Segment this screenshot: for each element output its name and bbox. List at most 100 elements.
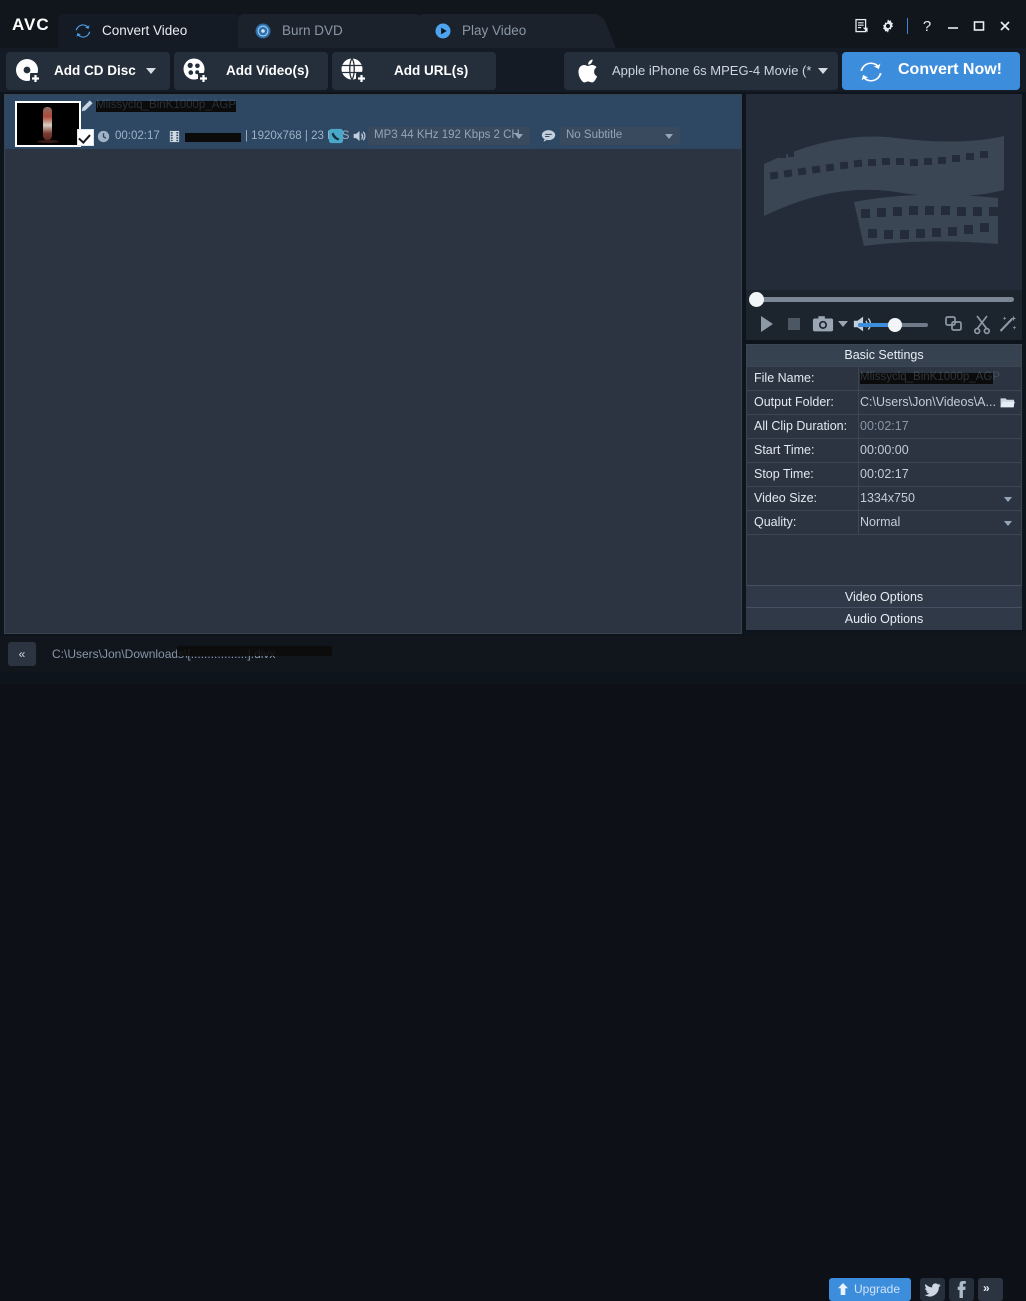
upgrade-button[interactable]: Upgrade [829,1278,911,1301]
app-logo: AVC [12,15,50,34]
setting-row-clip-duration: All Clip Duration: 00:02:17 [747,414,1021,439]
setting-row-quality[interactable]: Quality: Normal [747,510,1021,535]
video-add-icon [182,57,210,85]
status-path-redaction [177,646,332,656]
setting-row-file-name[interactable]: File Name: Mlissyclq_BinK1000p_AGP [747,366,1021,391]
seek-knob[interactable] [749,292,764,307]
play-icon[interactable] [756,313,776,335]
audio-stream-icon[interactable] [328,128,344,144]
clock-icon [97,130,110,143]
tab-play-video[interactable]: Play Video [418,14,616,48]
convert-icon [858,59,884,85]
snapshot-caret-icon[interactable] [838,321,848,327]
setting-row-output-folder[interactable]: Output Folder: C:\Users\Jon\Videos\A... [747,390,1021,415]
add-videos-button[interactable]: Add Video(s) [174,52,328,90]
maximize-icon[interactable] [966,14,992,38]
chevron-down-icon[interactable] [515,134,523,139]
add-cd-disc-label: Add CD Disc [54,63,136,78]
setting-label: File Name: [754,371,815,385]
setting-label: Output Folder: [754,395,834,409]
setting-label: Quality: [754,515,797,529]
disc-icon [254,22,272,40]
more-button[interactable]: » [978,1278,1003,1301]
basic-settings-header: Basic Settings [747,345,1021,366]
column-divider [858,439,859,463]
more-label: » [983,1281,990,1295]
setting-label: All Clip Duration: [754,419,848,433]
filmstrip-placeholder-icon [764,136,1004,246]
minimize-icon[interactable] [940,14,966,38]
setting-value: Normal [860,515,901,529]
facebook-icon [955,1281,967,1298]
thumbnail-shadow [37,140,59,143]
folder-open-icon[interactable] [1000,396,1015,409]
subtitle-select[interactable]: No Subtitle [560,127,680,145]
setting-row-video-size[interactable]: Video Size: 1334x750 [747,486,1021,511]
clip-duration: 00:02:17 [115,130,160,142]
tab-convert-video[interactable]: Convert Video [58,14,256,48]
setting-value: 1334x750 [860,491,915,505]
divider [907,18,908,34]
chevron-down-icon[interactable] [146,68,156,74]
volume-slider[interactable] [858,318,928,332]
audio-track-select[interactable]: MP3 44 KHz 192 Kbps 2 CH [368,127,530,145]
gear-icon[interactable] [875,14,901,38]
avc-application-window: AVC Convert Video Burn DVD Play Video ? … [0,0,1026,1301]
apple-icon [574,56,604,86]
convert-now-button[interactable]: Convert Now! [842,52,1020,90]
file-name-redacted: Mlissyclq_BinK1000p_AGP [96,99,236,112]
player-controls [746,308,1022,340]
tab-burn-dvd[interactable]: Burn DVD [238,14,436,48]
effect-icon[interactable] [998,313,1018,335]
add-urls-button[interactable]: Add URL(s) [332,52,496,90]
setting-value: C:\Users\Jon\Videos\A... [860,395,996,409]
setting-row-stop-time[interactable]: Stop Time: 00:02:17 [747,462,1021,487]
tab-edge [576,14,616,48]
column-divider [858,415,859,439]
file-name-value-redacted: Mlissyclq_BinK1000p_AGP [860,371,1000,384]
twitter-button[interactable] [920,1278,945,1301]
settings-empty-area [747,534,1021,588]
setting-row-start-time[interactable]: Start Time: 00:00:00 [747,438,1021,463]
video-options-button[interactable]: Video Options [746,585,1022,608]
volume-knob[interactable] [888,318,902,332]
play-circle-icon [434,22,452,40]
rename-pencil-icon[interactable] [80,99,94,113]
window-controls: ? [849,14,1018,38]
codec-redacted [185,133,241,142]
tab-label: Play Video [462,23,527,38]
stop-icon[interactable] [784,313,804,335]
snapshot-icon[interactable] [812,313,834,335]
thumbnail-subject [43,107,52,140]
chevron-down-icon[interactable] [1004,497,1012,502]
video-thumbnail [15,101,81,147]
add-cd-disc-button[interactable]: Add CD Disc [6,52,170,90]
output-profile-label: Apple iPhone 6s MPEG-4 Movie (*.m... [612,63,812,78]
crop-icon[interactable] [944,313,964,335]
tab-label: Burn DVD [282,23,343,38]
column-divider [858,511,859,535]
collapse-button[interactable]: « [8,642,36,666]
chevron-down-icon[interactable] [665,134,673,139]
facebook-button[interactable] [949,1278,974,1301]
video-preview[interactable] [746,94,1022,290]
row-checkbox[interactable] [77,129,94,146]
setting-label: Start Time: [754,443,815,457]
file-name-text: Mlissyclq_BinK1000p_AGP [96,99,236,111]
output-profile-select[interactable]: Apple iPhone 6s MPEG-4 Movie (*.m... [564,52,838,90]
seek-slider[interactable] [746,290,1022,308]
file-list-pane[interactable] [4,94,742,634]
cut-icon[interactable] [972,313,992,335]
column-divider [858,391,859,415]
add-urls-label: Add URL(s) [394,63,469,78]
cd-disc-add-icon [14,57,42,85]
globe-add-icon [340,57,368,85]
close-icon[interactable] [992,14,1018,38]
convert-now-label: Convert Now! [898,61,1002,78]
chevron-down-icon[interactable] [1004,521,1012,526]
chevron-down-icon[interactable] [818,68,828,74]
column-divider [858,367,859,391]
notes-icon[interactable] [849,14,875,38]
audio-options-button[interactable]: Audio Options [746,607,1022,630]
help-icon[interactable]: ? [914,14,940,38]
